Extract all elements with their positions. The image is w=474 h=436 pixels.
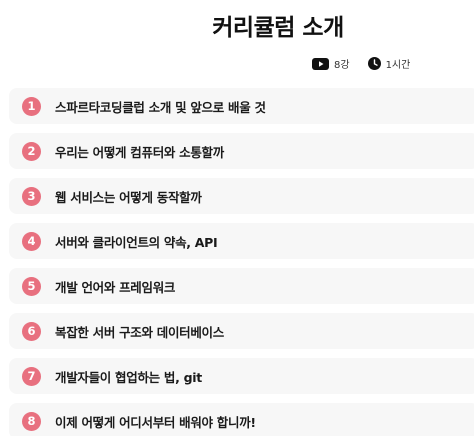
clock-icon [367, 57, 381, 70]
item-number-badge: 6 [22, 321, 41, 341]
item-number-badge: 3 [22, 186, 41, 206]
curriculum-item-label: 개발 언어와 프레임워크 [55, 279, 176, 295]
curriculum-item-8[interactable]: 8 이제 어떻게 어디서부터 배워야 합니까! [9, 403, 474, 436]
item-number-badge: 7 [22, 366, 41, 386]
duration-text: 1시간 [385, 60, 411, 71]
curriculum-item-label: 우리는 어떻게 컴퓨터와 소통할까 [55, 144, 224, 160]
curriculum-item-label: 이제 어떻게 어디서부터 배워야 합니까! [55, 414, 256, 430]
item-number-badge: 4 [22, 231, 41, 251]
lecture-count: 8강 [312, 56, 350, 71]
curriculum-item-1[interactable]: 1 스파르타코딩클럽 소개 및 앞으로 배울 것 [9, 88, 474, 124]
curriculum-item-label: 서버와 클라이언트의 약속, API [55, 234, 218, 250]
curriculum-item-label: 복잡한 서버 구조와 데이터베이스 [55, 324, 224, 340]
curriculum-item-3[interactable]: 3 웹 서비스는 어떻게 동작할까 [9, 178, 474, 214]
curriculum-item-7[interactable]: 7 개발자들이 협업하는 법, git [9, 358, 474, 394]
item-number-badge: 8 [22, 411, 41, 431]
course-meta: 8강 1시간 [312, 56, 410, 71]
lecture-count-text: 8강 [334, 60, 350, 71]
curriculum-item-4[interactable]: 4 서버와 클라이언트의 약속, API [9, 223, 474, 259]
page-title: 커리큘럼 소개 [212, 15, 344, 41]
item-number-badge: 5 [22, 276, 41, 296]
curriculum-item-2[interactable]: 2 우리는 어떻게 컴퓨터와 소통할까 [9, 133, 474, 169]
duration: 1시간 [367, 56, 411, 71]
curriculum-item-label: 스파르타코딩클럽 소개 및 앞으로 배울 것 [55, 99, 266, 115]
curriculum-page: 커리큘럼 소개 8강 1시간 1 스파르타코딩클럽 소개 및 앞으로 배울 것 … [0, 0, 474, 436]
curriculum-list: 1 스파르타코딩클럽 소개 및 앞으로 배울 것 2 우리는 어떻게 컴퓨터와 … [9, 88, 474, 436]
curriculum-item-5[interactable]: 5 개발 언어와 프레임워크 [9, 268, 474, 304]
video-play-icon [312, 57, 329, 70]
item-number-badge: 2 [22, 141, 41, 161]
curriculum-item-label: 웹 서비스는 어떻게 동작할까 [55, 189, 202, 205]
curriculum-item-label: 개발자들이 협업하는 법, git [55, 369, 202, 385]
curriculum-item-6[interactable]: 6 복잡한 서버 구조와 데이터베이스 [9, 313, 474, 349]
item-number-badge: 1 [22, 96, 41, 116]
